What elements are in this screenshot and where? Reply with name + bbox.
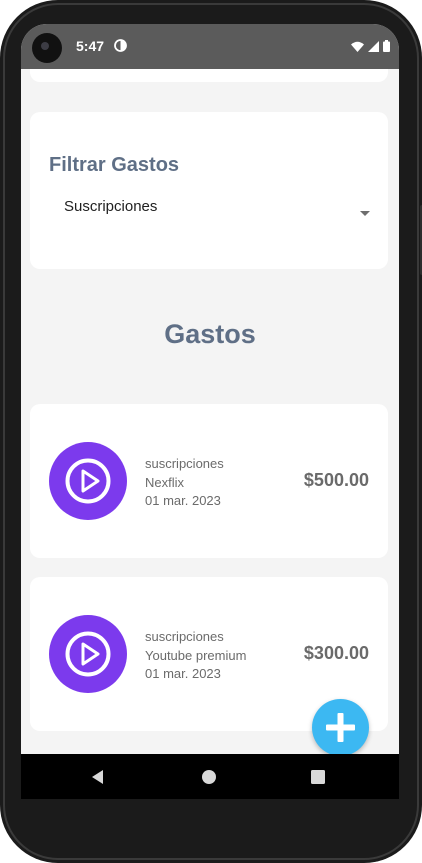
expense-date: 01 mar. 2023 [145,666,221,681]
status-icons [351,39,390,57]
expense-category: suscripciones [145,629,224,644]
back-icon[interactable] [88,766,110,788]
expense-details: suscripciones Youtube premium 01 mar. 20… [145,628,246,684]
battery-icon [383,39,390,57]
expense-amount: $300.00 [303,643,369,663]
status-bar: 5:47 [21,24,399,69]
add-expense-button[interactable] [312,699,369,754]
front-camera [32,33,62,63]
play-circle-icon [49,442,127,520]
expenses-title: Gastos [164,319,256,349]
category-filter-value: Suscripciones [64,198,158,215]
expense-card[interactable]: suscripciones Nexflix 01 mar. 2023 $500.… [30,404,388,558]
filter-card: Filtrar Gastos Suscripciones [30,112,388,269]
filter-title: Filtrar Gastos [49,154,180,176]
phone-frame: 5:47 Filtrar Gastos Suscripciones Gastos… [0,0,422,863]
play-circle-icon [49,615,127,693]
expense-category: suscripciones [145,456,224,471]
recents-icon[interactable] [307,766,329,788]
expense-amount: $500.00 [303,470,369,490]
dropdown-arrow-icon [360,204,370,222]
status-time: 5:47 [76,38,105,54]
expense-details: suscripciones Nexflix 01 mar. 2023 [145,455,224,511]
screen: 5:47 Filtrar Gastos Suscripciones Gastos… [21,24,399,799]
expense-name: Youtube premium [145,647,247,663]
system-navigation-bar [21,754,399,799]
category-filter-dropdown[interactable]: Suscripciones [64,196,370,220]
signal-icon [368,39,379,57]
app-notification-icon [114,39,127,57]
expense-date: 01 mar. 2023 [145,493,221,508]
expense-name: Nexflix [145,474,185,490]
wifi-icon [351,39,364,57]
home-icon[interactable] [198,766,220,788]
scroll-content[interactable]: Filtrar Gastos Suscripciones Gastos susc… [21,69,399,754]
previous-card [30,69,388,82]
